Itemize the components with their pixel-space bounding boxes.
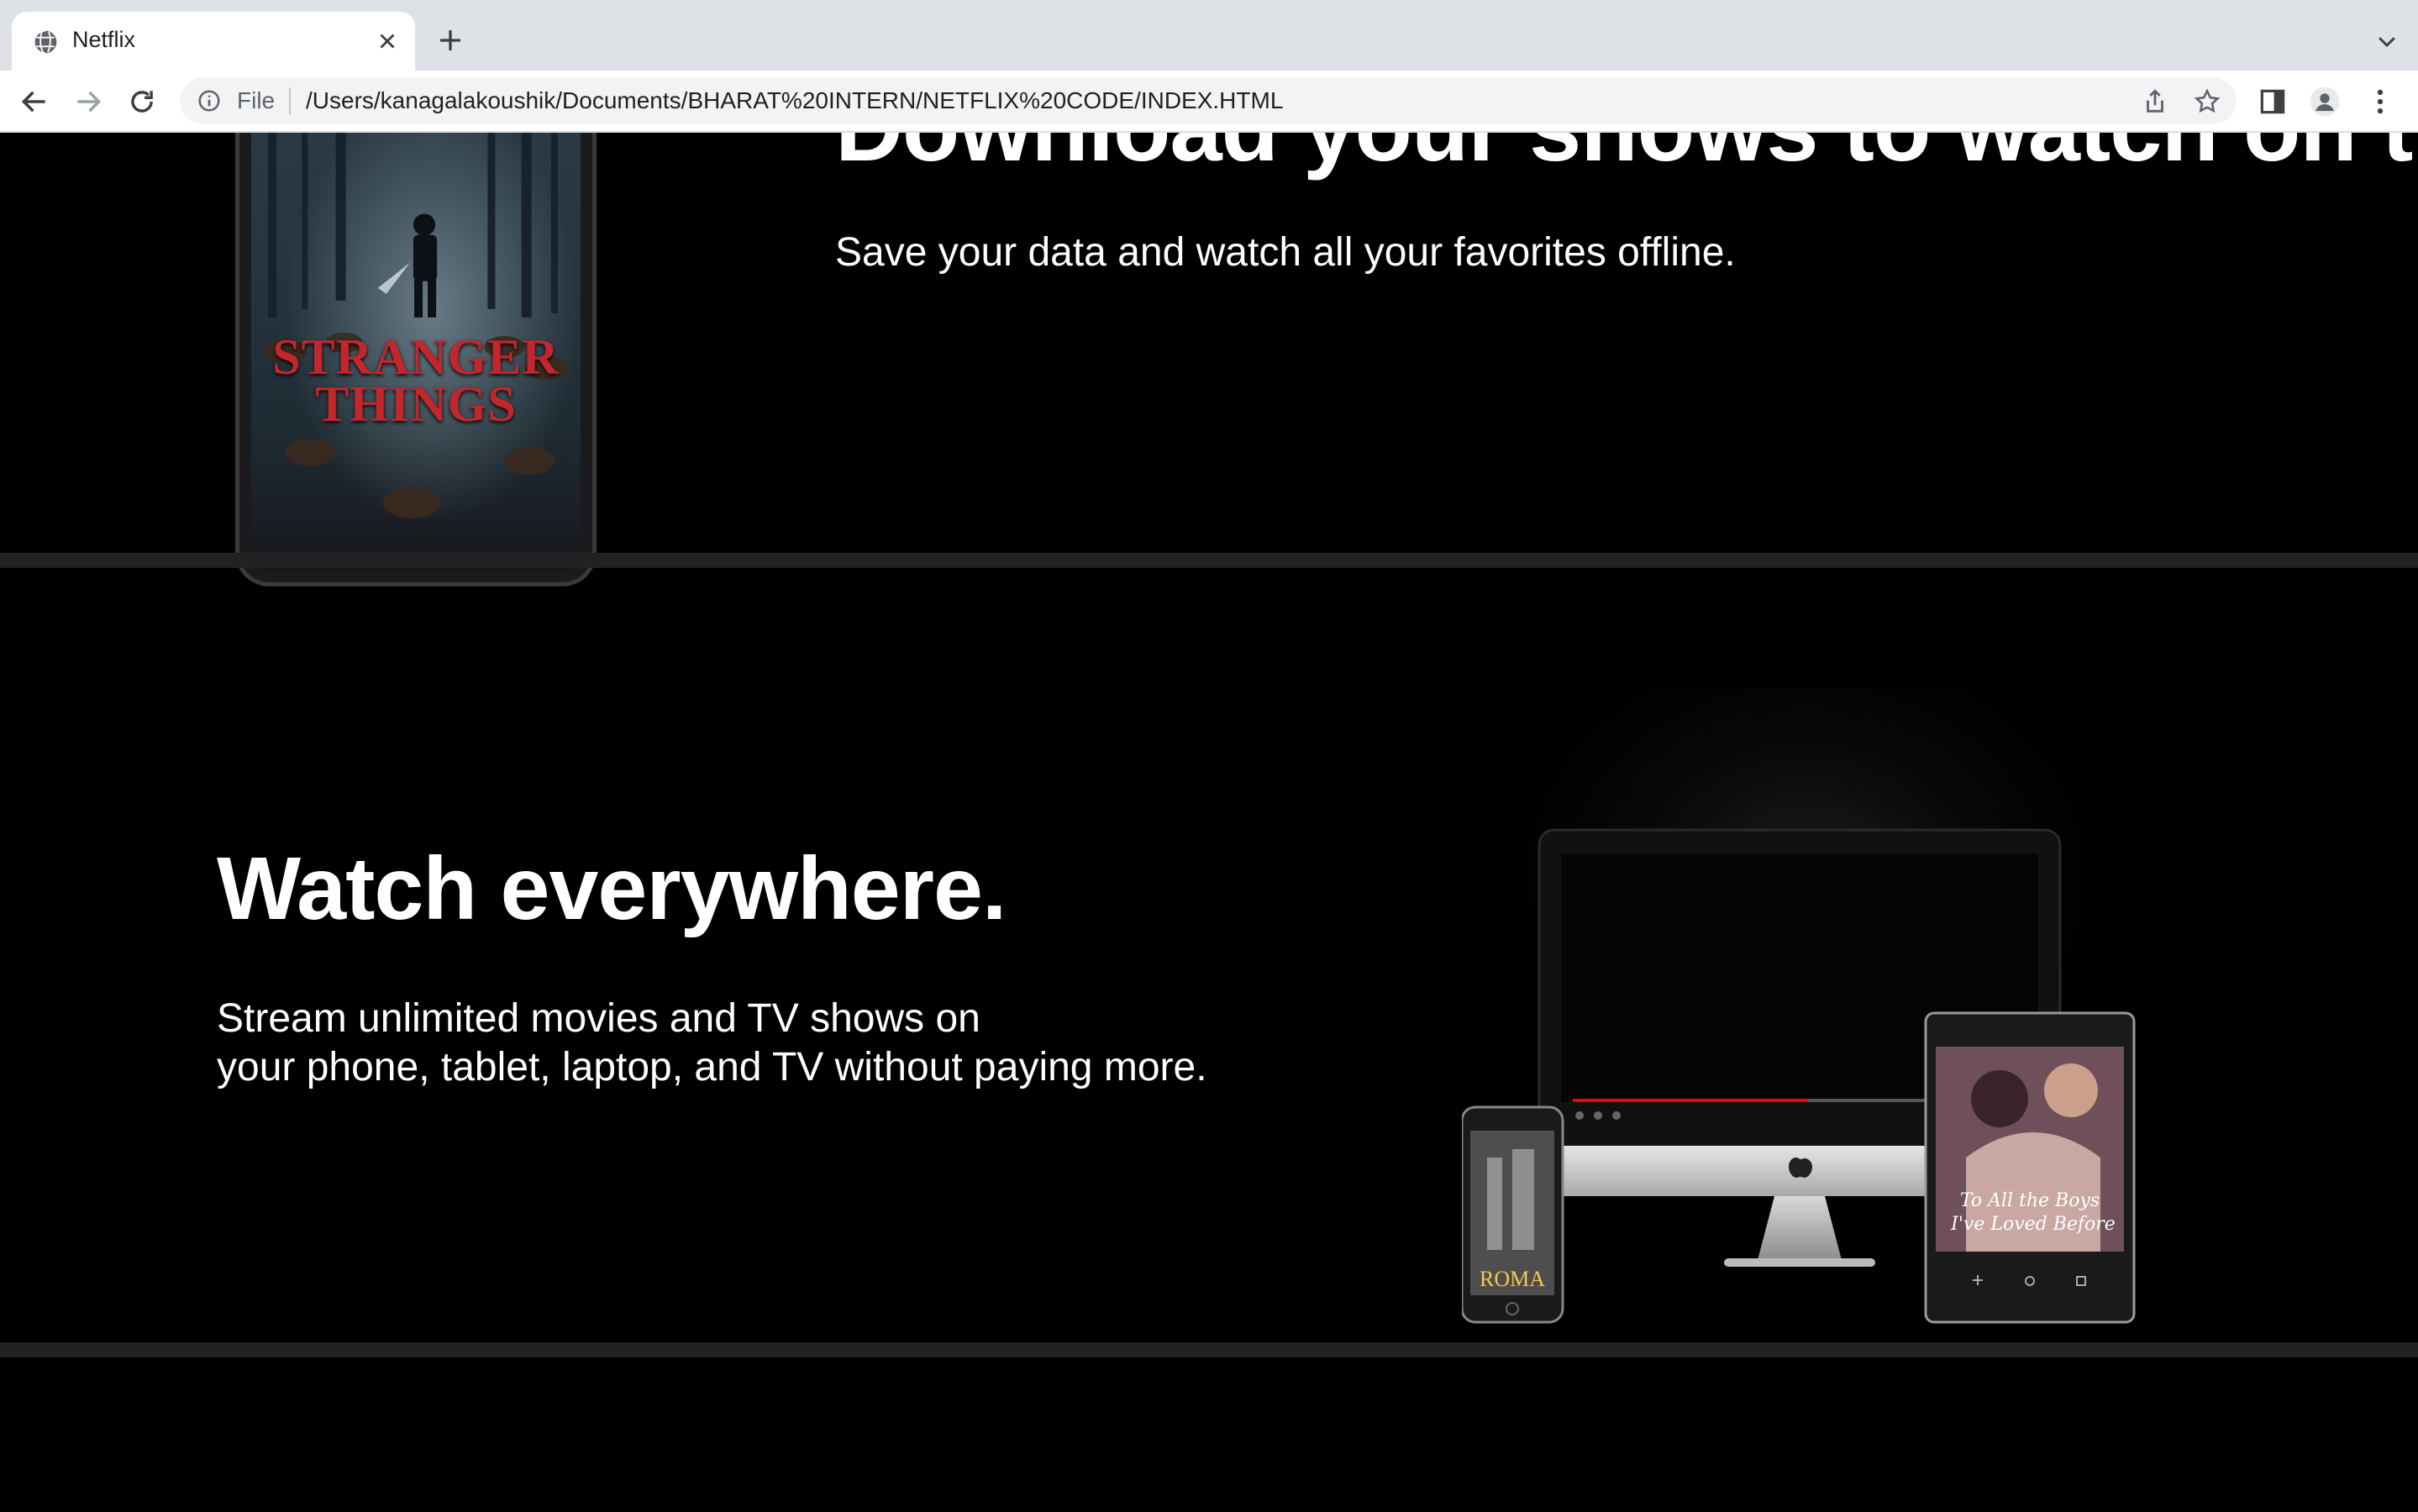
- url-text[interactable]: /Users/kanagalakoushik/Documents/BHARAT%…: [306, 87, 1283, 114]
- poster-title-line2: THINGS: [315, 376, 517, 432]
- roma-title: ROMA: [1480, 1267, 1545, 1291]
- more-menu-icon[interactable]: [2364, 86, 2396, 118]
- close-icon[interactable]: [375, 29, 400, 54]
- page-viewport: STRANGER THINGS Download your shows to w…: [0, 133, 2418, 1512]
- watch-subheading-line2: your phone, tablet, laptop, and TV witho…: [217, 1045, 1207, 1089]
- back-arrow-icon[interactable]: [18, 86, 50, 118]
- watch-heading: Watch everywhere.: [217, 839, 1007, 938]
- side-panel-icon[interactable]: [2257, 86, 2289, 118]
- info-icon[interactable]: [197, 88, 222, 113]
- tablet-title-line2: I've Loved Before: [1950, 1214, 2116, 1235]
- phone-device: ROMA: [1462, 1105, 1564, 1324]
- download-subheading: Save your data and watch all your favori…: [835, 230, 1736, 275]
- globe-icon: [33, 29, 57, 55]
- poster-title-line1: STRANGER: [272, 329, 560, 385]
- address-bar[interactable]: File /Users/kanagalakoushik/Documents/BH…: [180, 77, 2237, 124]
- reload-icon[interactable]: [126, 86, 158, 118]
- phone-mockup-image: STRANGER THINGS: [235, 133, 597, 586]
- browser-tab-bar: Netflix: [0, 0, 2418, 71]
- download-section: STRANGER THINGS Download your shows to w…: [0, 133, 2418, 586]
- watch-subheading-line1: Stream unlimited movies and TV shows on: [217, 996, 980, 1041]
- tab-title: Netflix: [72, 27, 136, 52]
- url-separator: [289, 87, 291, 114]
- new-tab-icon[interactable]: [435, 25, 465, 55]
- tablet-title-line1: To All the Boys: [1960, 1190, 2100, 1211]
- profile-avatar-icon[interactable]: [2309, 86, 2341, 118]
- stranger-things-poster: STRANGER THINGS: [251, 133, 581, 570]
- section-divider: [0, 1342, 2418, 1357]
- url-scheme-label: File: [237, 87, 276, 113]
- download-heading: Download your shows to watch on the go.: [835, 133, 2418, 182]
- poster-title: STRANGER THINGS: [251, 329, 581, 432]
- section-divider: [0, 553, 2418, 568]
- bookmark-star-icon[interactable]: [2193, 87, 2221, 116]
- tablet-device: To All the Boys I've Loved Before: [1924, 1011, 2136, 1324]
- browser-toolbar: File /Users/kanagalakoushik/Documents/BH…: [0, 71, 2418, 133]
- chevron-down-icon[interactable]: [2374, 29, 2400, 54]
- share-icon[interactable]: [2141, 87, 2169, 116]
- watch-subheading: Stream unlimited movies and TV shows on …: [217, 995, 1207, 1092]
- forward-arrow-icon[interactable]: [72, 86, 104, 118]
- devices-illustration: ROMA To All the Boys I've Loved Before: [1462, 687, 2136, 1324]
- browser-tab[interactable]: Netflix: [12, 12, 415, 71]
